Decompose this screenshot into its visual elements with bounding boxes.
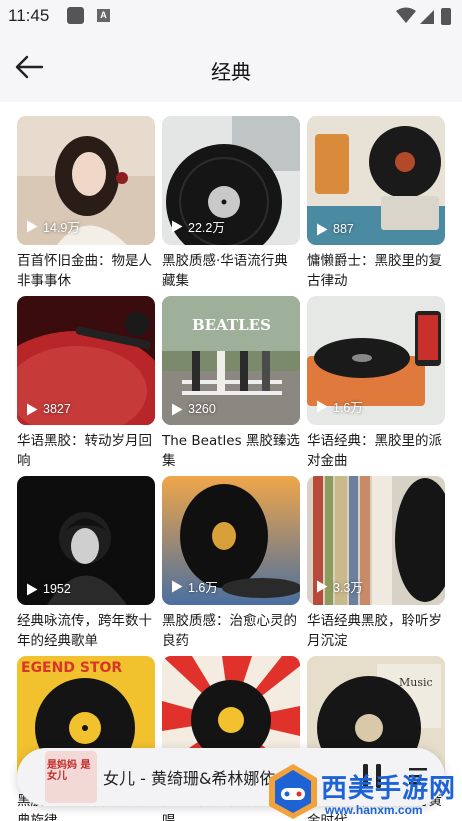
now-playing-cover: 是妈妈 是女儿: [45, 751, 97, 803]
playlist-cover: 3827: [17, 296, 155, 425]
playlist-card[interactable]: 1952 经典咏流传，跨年数十年的经典歌单: [17, 476, 155, 651]
playlist-title: 慵懒爵士：黑胶里的复古律动: [307, 253, 442, 289]
play-icon: [172, 580, 183, 593]
play-count: 22.2万: [171, 217, 225, 236]
watermark: 西美手游网 www.hanxm.com: [265, 762, 462, 821]
app-bar: 经典: [0, 32, 462, 102]
playlist-cover: BEATLES 3260: [162, 296, 300, 425]
playlist-cover: 22.2万: [162, 116, 300, 245]
playlist-card[interactable]: 887 慵懒爵士：黑胶里的复古律动: [307, 116, 445, 291]
playlist-title: 华语黑胶：转动岁月回响: [17, 433, 152, 469]
status-time: 11:45: [8, 6, 50, 25]
watermark-text: 西美手游网: [321, 774, 457, 804]
play-icon: [317, 400, 328, 413]
play-count: 3827: [26, 402, 71, 416]
playlist-card[interactable]: BEATLES 3260 The Beatles 黑胶臻选集: [162, 296, 300, 471]
play-icon: [172, 403, 183, 415]
playlist-card[interactable]: 3.3万 华语经典黑胶，聆听岁月沉淀: [307, 476, 445, 651]
play-icon: [27, 403, 38, 415]
cell-signal-icon: [420, 10, 434, 24]
svg-text:Music: Music: [399, 676, 433, 689]
playlist-cover: 887: [307, 116, 445, 245]
playlist-card[interactable]: 1.6万 黑胶质感：治愈心灵的良药: [162, 476, 300, 651]
play-count: 14.9万: [26, 217, 80, 236]
playlist-cover: 14.9万: [17, 116, 155, 245]
play-count: 1.6万: [316, 397, 363, 416]
playlist-title: 黑胶质感·华语流行典藏集: [162, 253, 288, 289]
play-icon: [317, 580, 328, 593]
status-bar: 11:45 A: [0, 0, 462, 32]
page-title: 经典: [211, 60, 251, 84]
playlist-title: 华语经典黑胶，聆听岁月沉淀: [307, 613, 442, 649]
playlist-cover: 3.3万: [307, 476, 445, 605]
play-count: 1.6万: [171, 577, 218, 596]
play-count: 3260: [171, 402, 216, 416]
wifi-icon: [396, 7, 416, 23]
play-count: 3.3万: [316, 577, 363, 596]
playlist-card[interactable]: 1.6万 华语经典：黑胶里的派对金曲: [307, 296, 445, 471]
app-notification-icon: A: [97, 9, 110, 22]
play-count: 1952: [26, 582, 71, 596]
playlist-card[interactable]: 14.9万 百首怀旧金曲：物是人非事事休: [17, 116, 155, 291]
notification-icon: [67, 7, 84, 24]
battery-icon: [441, 8, 451, 25]
svg-text:EGEND STOR: EGEND STOR: [21, 660, 122, 676]
cover-text: 是妈妈 是女儿: [47, 760, 91, 782]
playlist-card[interactable]: 3827 华语黑胶：转动岁月回响: [17, 296, 155, 471]
play-icon: [172, 220, 183, 233]
play-count: 887: [316, 222, 354, 236]
watermark-url: www.hanxm.com: [325, 803, 423, 817]
playlist-title: 黑胶质感：治愈心灵的良药: [162, 613, 297, 649]
playlist-cover: 1952: [17, 476, 155, 605]
play-icon: [27, 583, 38, 595]
play-icon: [27, 220, 38, 233]
playlist-title: The Beatles 黑胶臻选集: [162, 433, 300, 469]
signal-battery-icons: [396, 7, 451, 25]
svg-text:BEATLES: BEATLES: [192, 316, 271, 334]
watermark-logo-icon: [269, 764, 317, 819]
playlist-title: 百首怀旧金曲：物是人非事事休: [17, 253, 152, 289]
playlist-cover: 1.6万: [307, 296, 445, 425]
playlist-cover: 1.6万: [162, 476, 300, 605]
playlist-card[interactable]: 22.2万 黑胶质感·华语流行典藏集: [162, 116, 300, 291]
playlist-title: 经典咏流传，跨年数十年的经典歌单: [17, 613, 152, 649]
play-icon: [317, 223, 328, 235]
playlist-title: 华语经典：黑胶里的派对金曲: [307, 433, 442, 469]
